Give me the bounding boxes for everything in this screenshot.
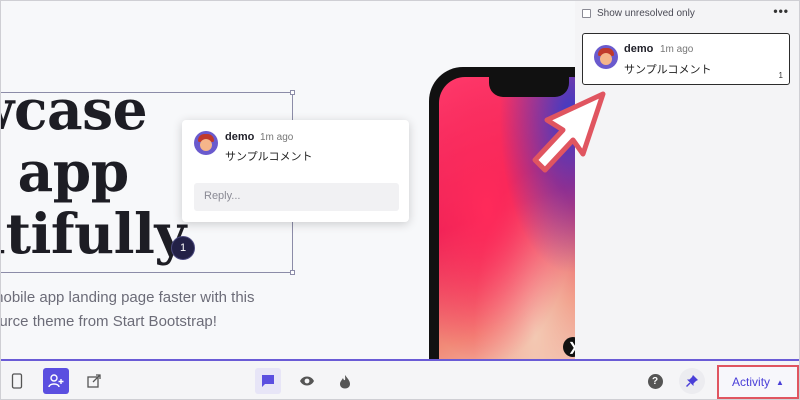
resize-handle[interactable] <box>290 90 295 95</box>
hero-subtext: mobile app landing page faster with this… <box>1 286 255 334</box>
reply-input[interactable]: Reply... <box>194 183 399 211</box>
comment-pin[interactable]: 1 <box>171 236 195 260</box>
bottom-toolbar: ? Activity ▲ <box>1 359 799 399</box>
comment-time: 1m ago <box>660 44 694 55</box>
caret-up-icon: ▲ <box>776 377 784 387</box>
unresolved-checkbox[interactable] <box>582 9 591 18</box>
comment-card[interactable]: demo 1m ago サンプルコメント 1 <box>582 33 790 85</box>
resize-handle[interactable] <box>290 270 295 275</box>
open-external-icon[interactable] <box>81 368 107 394</box>
more-options-icon[interactable]: ••• <box>773 4 789 18</box>
pin-icon[interactable] <box>679 368 705 394</box>
subtext-line: mobile app landing page faster with this <box>1 289 255 306</box>
comment-popover: demo 1m ago サンプルコメント Reply... <box>182 120 409 222</box>
comment-author: demo <box>624 43 654 55</box>
activity-label: Activity <box>732 375 771 389</box>
comment-icon[interactable] <box>255 368 281 394</box>
eye-icon[interactable] <box>294 368 320 394</box>
comment-text: サンプルコメント <box>225 151 313 163</box>
device-icon[interactable] <box>4 368 30 394</box>
comment-text: サンプルコメント <box>624 64 712 76</box>
comment-time: 1m ago <box>260 132 294 143</box>
reply-count: 1 <box>778 71 783 80</box>
comment-author: demo <box>225 131 255 143</box>
add-user-icon <box>48 374 64 388</box>
flame-icon[interactable] <box>332 368 358 394</box>
activity-button[interactable]: Activity ▲ <box>717 365 799 399</box>
help-icon[interactable]: ? <box>642 368 668 394</box>
unresolved-filter[interactable]: Show unresolved only <box>582 8 695 19</box>
add-user-button[interactable] <box>43 368 69 394</box>
avatar <box>594 45 618 69</box>
unresolved-filter-label: Show unresolved only <box>597 8 695 19</box>
app-window: owcase ur app autifully. mobile app land… <box>0 0 800 400</box>
avatar <box>194 131 218 155</box>
website-preview[interactable]: owcase ur app autifully. mobile app land… <box>1 1 575 359</box>
subtext-line: ource theme from Start Bootstrap! <box>1 313 217 330</box>
annotation-arrow-icon <box>532 91 606 173</box>
